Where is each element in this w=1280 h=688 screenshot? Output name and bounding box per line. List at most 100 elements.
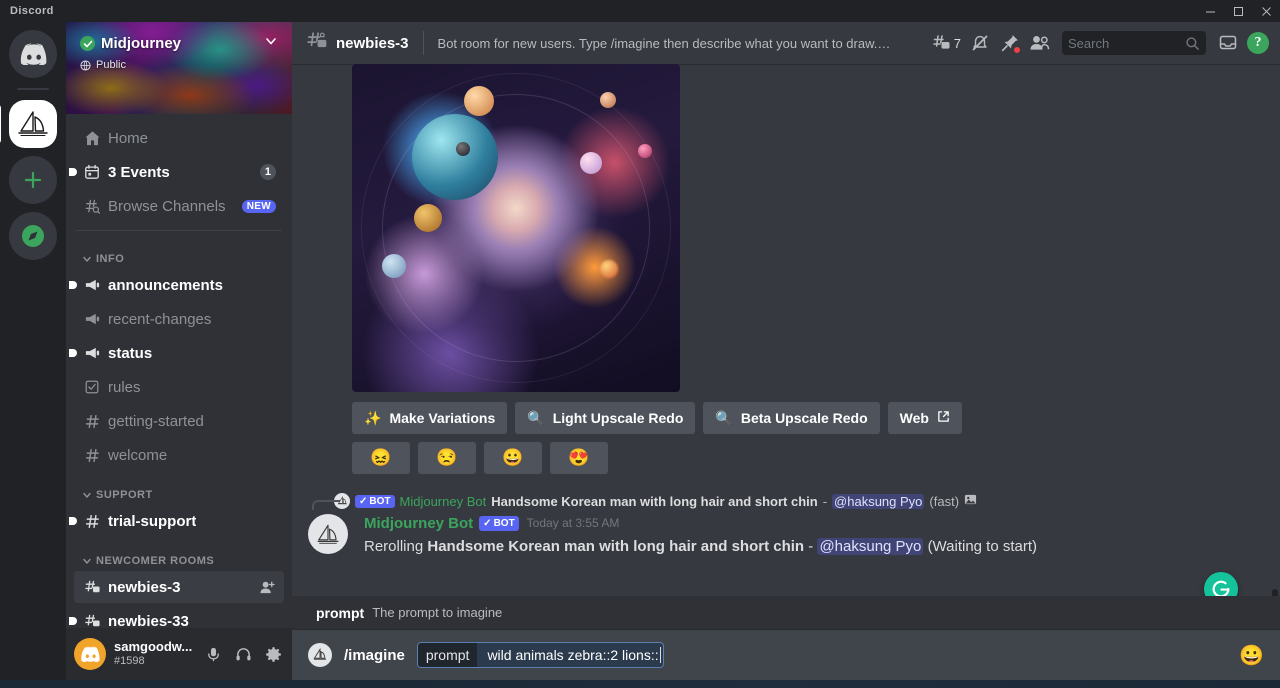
sidebar-item-events[interactable]: 3 Events 1 bbox=[69, 156, 284, 188]
sidebar-item-rules[interactable]: rules bbox=[74, 371, 284, 403]
sidebar-item-newbies-3[interactable]: newbies-3 bbox=[74, 571, 284, 603]
category-label: NEWCOMER ROOMS bbox=[96, 555, 215, 567]
message-area: ✨ Make Variations 🔍 Light Upscale Redo 🔍… bbox=[292, 64, 1280, 680]
server-rail-item-midjourney[interactable] bbox=[0, 100, 57, 148]
sidebar-item-trial-support[interactable]: trial-support bbox=[69, 505, 284, 537]
command-param-key: prompt bbox=[417, 643, 478, 667]
decorative-orb bbox=[414, 204, 442, 232]
threads-button[interactable]: 7 bbox=[929, 29, 964, 57]
inbox-button[interactable] bbox=[1214, 29, 1242, 57]
member-list-button[interactable] bbox=[1026, 29, 1054, 57]
emoji-button-grinning[interactable]: 😀 bbox=[484, 442, 542, 474]
emoji-button-unamused[interactable]: 😒 bbox=[418, 442, 476, 474]
reply-author: Midjourney Bot bbox=[399, 493, 487, 509]
sidebar-item-home[interactable]: Home bbox=[74, 122, 284, 154]
close-button[interactable] bbox=[1252, 0, 1280, 22]
make-variations-button[interactable]: ✨ Make Variations bbox=[352, 402, 508, 434]
announcement-icon bbox=[82, 311, 102, 328]
message-attachment[interactable]: ✨ Make Variations 🔍 Light Upscale Redo 🔍… bbox=[352, 64, 1272, 474]
guild-visibility: Public bbox=[80, 59, 278, 71]
sidebar-item-browse-channels[interactable]: Browse Channels NEW bbox=[74, 190, 284, 222]
help-button[interactable]: ? bbox=[1244, 29, 1272, 57]
message-prefix: Rerolling bbox=[364, 537, 424, 555]
command-avatar bbox=[308, 643, 332, 667]
emoji-button-confounded[interactable]: 😖 bbox=[352, 442, 410, 474]
threads-count: 7 bbox=[953, 35, 961, 51]
category-info[interactable]: INFO bbox=[66, 237, 292, 269]
channel-title: newbies-3 bbox=[336, 34, 409, 52]
channel-list: Home 3 Events 1 Browse Channels NEW INFO… bbox=[66, 114, 292, 628]
guild-name: Midjourney bbox=[101, 35, 182, 52]
decorative-orb bbox=[456, 142, 470, 156]
user-discriminator: #1598 bbox=[114, 654, 145, 667]
unread-indicator bbox=[69, 617, 77, 625]
light-upscale-redo-button[interactable]: 🔍 Light Upscale Redo bbox=[515, 402, 696, 434]
unread-indicator bbox=[69, 168, 77, 176]
midjourney-generated-image[interactable] bbox=[352, 64, 680, 392]
magnifier-icon: 🔍 bbox=[715, 409, 733, 426]
text-caret bbox=[659, 647, 661, 663]
search-input[interactable]: Search bbox=[1062, 31, 1206, 55]
main-content: newbies-3 Bot room for new users. Type /… bbox=[292, 22, 1280, 680]
unread-indicator bbox=[69, 517, 77, 525]
sailboat-icon bbox=[18, 111, 48, 137]
windows-taskbar[interactable] bbox=[0, 680, 1280, 688]
add-server-button[interactable] bbox=[9, 156, 57, 204]
message-author[interactable]: Midjourney Bot bbox=[364, 514, 473, 534]
channel-topic[interactable]: Bot room for new users. Type /imagine th… bbox=[438, 36, 893, 51]
add-member-icon[interactable] bbox=[259, 579, 276, 596]
command-param-chip[interactable]: prompt wild animals zebra::2 lions:: bbox=[416, 642, 664, 668]
sparkles-icon: ✨ bbox=[364, 409, 382, 426]
announcement-icon bbox=[82, 345, 102, 362]
avatar[interactable] bbox=[74, 638, 106, 670]
sidebar-item-newbies-33[interactable]: newbies-33 bbox=[69, 605, 284, 629]
guild-header[interactable]: Midjourney Public bbox=[66, 22, 292, 71]
command-param-value[interactable]: wild animals zebra::2 lions:: bbox=[477, 643, 662, 667]
message-scroll[interactable]: ✨ Make Variations 🔍 Light Upscale Redo 🔍… bbox=[292, 64, 1280, 680]
button-label: Beta Upscale Redo bbox=[740, 410, 868, 426]
chevron-down-icon[interactable] bbox=[264, 34, 278, 53]
channel-sidebar: Midjourney Public Home 3 Events 1 Browse… bbox=[66, 22, 292, 680]
sidebar-item-label: newbies-33 bbox=[108, 612, 189, 629]
sidebar-item-recent-changes[interactable]: recent-changes bbox=[74, 303, 284, 335]
maximize-button[interactable] bbox=[1224, 0, 1252, 22]
pinned-messages-button[interactable] bbox=[996, 29, 1024, 57]
reply-reference[interactable]: ✓ BOT Midjourney Bot Handsome Korean man… bbox=[312, 492, 1272, 510]
unread-indicator bbox=[69, 281, 77, 289]
notifications-muted-button[interactable] bbox=[966, 29, 994, 57]
sidebar-item-label: getting-started bbox=[108, 412, 204, 430]
settings-gear-icon[interactable] bbox=[260, 641, 286, 667]
user-identity[interactable]: samgoodw... #1598 bbox=[114, 639, 192, 667]
emoji-reaction-buttons: 😖 😒 😀 😍 bbox=[352, 442, 1272, 474]
web-button[interactable]: Web bbox=[887, 402, 962, 434]
user-controls bbox=[200, 641, 286, 667]
sidebar-item-getting-started[interactable]: getting-started bbox=[74, 405, 284, 437]
server-rail-item-home[interactable] bbox=[9, 30, 57, 78]
category-support[interactable]: SUPPORT bbox=[66, 473, 292, 505]
avatar[interactable] bbox=[308, 514, 348, 554]
sidebar-item-status[interactable]: status bbox=[69, 337, 284, 369]
channel-header: newbies-3 Bot room for new users. Type /… bbox=[292, 22, 1280, 64]
beta-upscale-redo-button[interactable]: 🔍 Beta Upscale Redo bbox=[703, 402, 880, 434]
explore-servers-button[interactable] bbox=[9, 212, 57, 260]
message-input-bar[interactable]: /imagine prompt wild animals zebra::2 li… bbox=[292, 630, 1280, 680]
server-rail bbox=[0, 22, 66, 680]
guild-banner[interactable]: Midjourney Public bbox=[66, 22, 292, 114]
reply-mention[interactable]: @haksung Pyo bbox=[832, 493, 925, 509]
command-hint-key: prompt bbox=[316, 604, 365, 621]
sidebar-item-announcements[interactable]: announcements bbox=[69, 269, 284, 301]
minimize-button[interactable] bbox=[1196, 0, 1224, 22]
image-attachment-icon bbox=[964, 493, 977, 509]
category-newcomer-rooms[interactable]: NEWCOMER ROOMS bbox=[66, 539, 292, 571]
sidebar-item-welcome[interactable]: welcome bbox=[74, 439, 284, 471]
microphone-icon[interactable] bbox=[200, 641, 226, 667]
emoji-picker-icon[interactable]: 😀 bbox=[1239, 643, 1264, 668]
hash-icon bbox=[82, 447, 102, 464]
emoji-button-heart-eyes[interactable]: 😍 bbox=[550, 442, 608, 474]
headphones-icon[interactable] bbox=[230, 641, 256, 667]
message[interactable]: Midjourney Bot ✓ BOT Today at 3:55 AM Re… bbox=[292, 512, 1272, 557]
message-content: Midjourney Bot ✓ BOT Today at 3:55 AM Re… bbox=[364, 514, 1037, 557]
message-mention[interactable]: @haksung Pyo bbox=[817, 537, 924, 555]
sidebar-item-label: recent-changes bbox=[108, 310, 212, 328]
command-hint-description: The prompt to imagine bbox=[372, 605, 503, 620]
